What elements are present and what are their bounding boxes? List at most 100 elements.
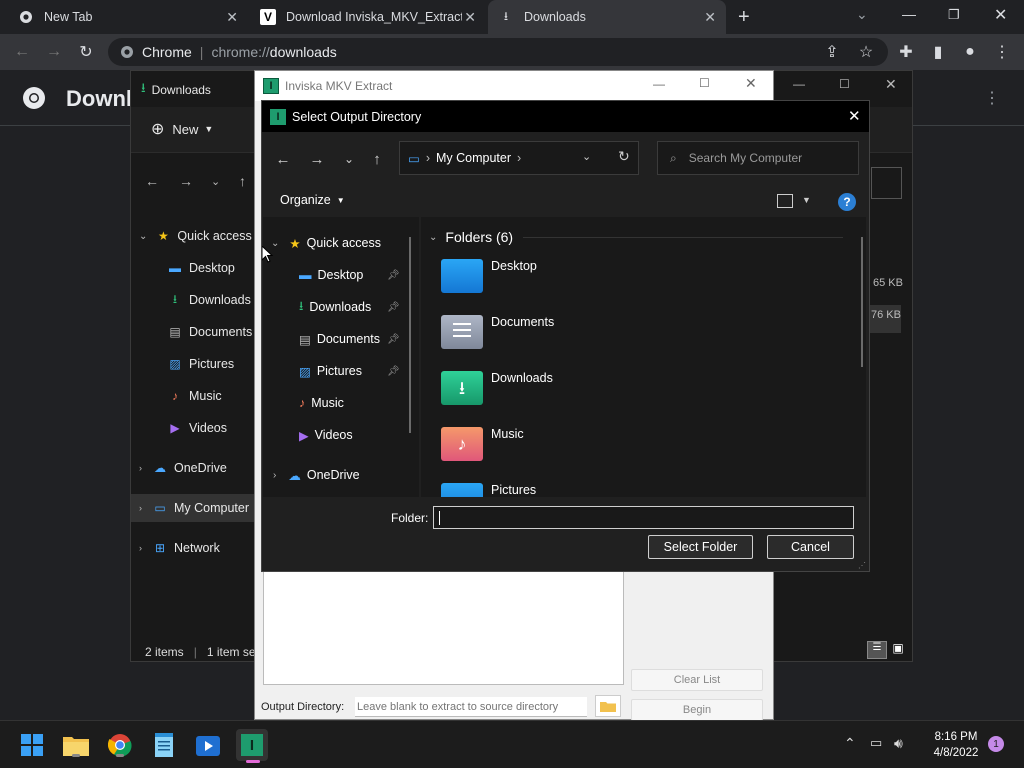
back-icon[interactable]: ← <box>272 148 294 170</box>
page-menu-icon[interactable]: ⋮ <box>984 88 1000 108</box>
show-hidden-icons-icon[interactable]: ⌃ <box>844 735 856 752</box>
folder-item-desktop[interactable]: Desktop <box>441 259 537 305</box>
address-dropdown-icon[interactable]: ⌄ <box>582 150 591 163</box>
start-windows-icon[interactable] <box>18 731 46 759</box>
volume-icon[interactable]: 🔊︎ <box>894 735 903 752</box>
media-player-taskbar-icon[interactable] <box>194 731 222 759</box>
extensions-icon[interactable]: ✚ <box>896 42 916 62</box>
side-panel-icon[interactable]: ▮ <box>928 42 948 62</box>
dialog-nav-desktop[interactable]: ▬ Desktop 📌︎ <box>299 260 435 290</box>
organize-button[interactable]: Organize ▼ <box>280 193 345 207</box>
up-icon[interactable]: ↑ <box>239 173 246 189</box>
clear-list-button[interactable]: Clear List <box>631 669 763 691</box>
network-status-icon[interactable]: ▭ <box>870 735 882 751</box>
inviska-taskbar-icon[interactable]: I <box>236 729 268 763</box>
search-box[interactable]: ⌕ Search My Computer <box>657 141 859 175</box>
bookmark-star-icon[interactable]: ☆ <box>856 42 876 62</box>
view-dropdown-icon[interactable]: ▼ <box>802 195 811 205</box>
new-tab-icon[interactable]: + <box>738 6 750 29</box>
change-view-icon[interactable] <box>777 194 793 208</box>
desktop-icon: ▬ <box>169 261 181 275</box>
cancel-button[interactable]: Cancel <box>767 535 854 559</box>
v-site-icon: V <box>260 9 276 25</box>
mouse-cursor-icon <box>261 244 274 267</box>
folder-item-pictures[interactable]: Pictures <box>441 483 536 497</box>
refresh-icon[interactable]: ↻ <box>618 148 630 165</box>
new-button[interactable]: ⊕ New ▼ <box>151 119 213 139</box>
chrome-logo-icon <box>22 86 46 113</box>
begin-button[interactable]: Begin <box>631 699 763 721</box>
nav-scrollbar[interactable] <box>409 237 411 433</box>
details-view-icon[interactable]: ☰ <box>867 641 887 659</box>
dialog-nav-pane: ⌄ ★ Quick access ▬ Desktop 📌︎ ⭳ Download… <box>263 217 419 497</box>
notepad-taskbar-icon[interactable] <box>150 731 178 759</box>
tab-new-tab[interactable]: New Tab ✕ <box>8 0 248 34</box>
chevron-down-icon: ⌄ <box>429 231 438 243</box>
tab-search-icon[interactable]: ⌄ <box>856 6 868 23</box>
address-bar[interactable]: ▭ › My Computer › ⌄ ↻ <box>399 141 639 175</box>
dialog-nav-quick-access[interactable]: ⌄ ★ Quick access <box>271 228 381 258</box>
clock[interactable]: 8:16 PM 4/8/2022 <box>930 729 982 761</box>
close-icon[interactable]: ✕ <box>745 75 757 92</box>
browse-folder-icon[interactable] <box>595 695 621 717</box>
pictures-folder-icon <box>441 483 483 497</box>
file-explorer-taskbar-icon[interactable] <box>62 731 90 759</box>
minimize-icon[interactable]: — <box>653 77 665 91</box>
tab-downloads[interactable]: ⭳ Downloads ✕ <box>488 0 726 34</box>
search-box-edge[interactable] <box>871 167 902 199</box>
select-folder-button[interactable]: Select Folder <box>648 535 753 559</box>
chevron-right-icon: › <box>139 503 142 513</box>
dialog-nav-music[interactable]: ♪ Music <box>299 388 344 418</box>
folder-item-downloads[interactable]: ⭳ Downloads <box>441 371 553 417</box>
maximize-icon[interactable]: ☐ <box>839 77 850 91</box>
notification-badge[interactable]: 1 <box>988 736 1004 752</box>
folder-input[interactable] <box>433 506 854 529</box>
forward-icon[interactable]: → <box>44 42 64 62</box>
close-icon[interactable]: ✕ <box>885 76 897 93</box>
explorer-nav-quick-access[interactable]: ⌄ ★ Quick access <box>139 222 261 250</box>
restore-icon[interactable]: ❐ <box>948 7 960 23</box>
dialog-nav-videos[interactable]: ▶ Videos <box>299 420 353 450</box>
dialog-nav-downloads[interactable]: ⭳ Downloads 📌︎ <box>299 292 435 322</box>
close-icon[interactable]: ✕ <box>848 107 861 125</box>
back-icon[interactable]: ← <box>12 42 32 62</box>
folder-item-music[interactable]: ♪ Music <box>441 427 524 473</box>
close-tab-icon[interactable]: ✕ <box>226 9 238 26</box>
recent-locations-icon[interactable]: ⌄ <box>338 148 360 170</box>
help-icon[interactable]: ? <box>838 193 856 211</box>
tab-download-inviska[interactable]: V Download Inviska_MKV_Extract_1 ✕ <box>250 0 486 34</box>
download-icon: ⭳ <box>172 291 178 306</box>
recent-icon[interactable]: ⌄ <box>211 175 220 188</box>
output-directory-input[interactable] <box>355 697 587 717</box>
reload-icon[interactable]: ↻ <box>76 42 96 62</box>
address-bar[interactable]: Chrome | chrome:// downloads <box>108 38 888 66</box>
explorer-nav-onedrive[interactable]: › ☁ OneDrive <box>139 454 261 482</box>
chevron-down-icon: ▼ <box>336 195 345 205</box>
dialog-nav-pictures[interactable]: ▨ Pictures 📌︎ <box>299 356 435 386</box>
resize-grip-icon[interactable]: ⋰ <box>858 561 866 570</box>
explorer-nav-my-computer[interactable]: › ▭ My Computer <box>131 494 255 522</box>
close-window-icon[interactable]: ✕ <box>994 5 1007 25</box>
tiles-view-icon[interactable]: ▣ <box>889 641 907 659</box>
share-icon[interactable]: ⇪ <box>822 42 842 62</box>
profile-icon[interactable]: ● <box>960 42 980 62</box>
forward-icon[interactable]: → <box>306 148 328 170</box>
explorer-nav-network[interactable]: › ⊞ Network <box>139 534 261 562</box>
minimize-icon[interactable]: — <box>902 6 916 22</box>
dialog-nav-onedrive[interactable]: › ☁ OneDrive <box>273 460 360 490</box>
content-scrollbar[interactable] <box>861 237 863 367</box>
menu-icon[interactable]: ⋮ <box>992 42 1012 62</box>
dialog-nav-documents[interactable]: ▤ Documents 📌︎ <box>299 324 435 354</box>
back-icon[interactable]: ← <box>145 173 159 189</box>
plus-circle-icon: ⊕ <box>151 121 165 138</box>
forward-icon[interactable]: → <box>179 173 193 189</box>
folder-item-documents[interactable]: Documents <box>441 315 554 361</box>
up-icon[interactable]: ↑ <box>366 148 388 170</box>
close-tab-icon[interactable]: ✕ <box>464 9 476 26</box>
chrome-taskbar-icon[interactable] <box>106 731 134 759</box>
close-tab-icon[interactable]: ✕ <box>704 9 716 26</box>
picture-icon: ▨ <box>169 357 181 371</box>
folders-group-header[interactable]: ⌄ Folders (6) <box>429 229 513 245</box>
maximize-icon[interactable]: ☐ <box>699 76 710 90</box>
minimize-icon[interactable]: — <box>793 77 805 91</box>
